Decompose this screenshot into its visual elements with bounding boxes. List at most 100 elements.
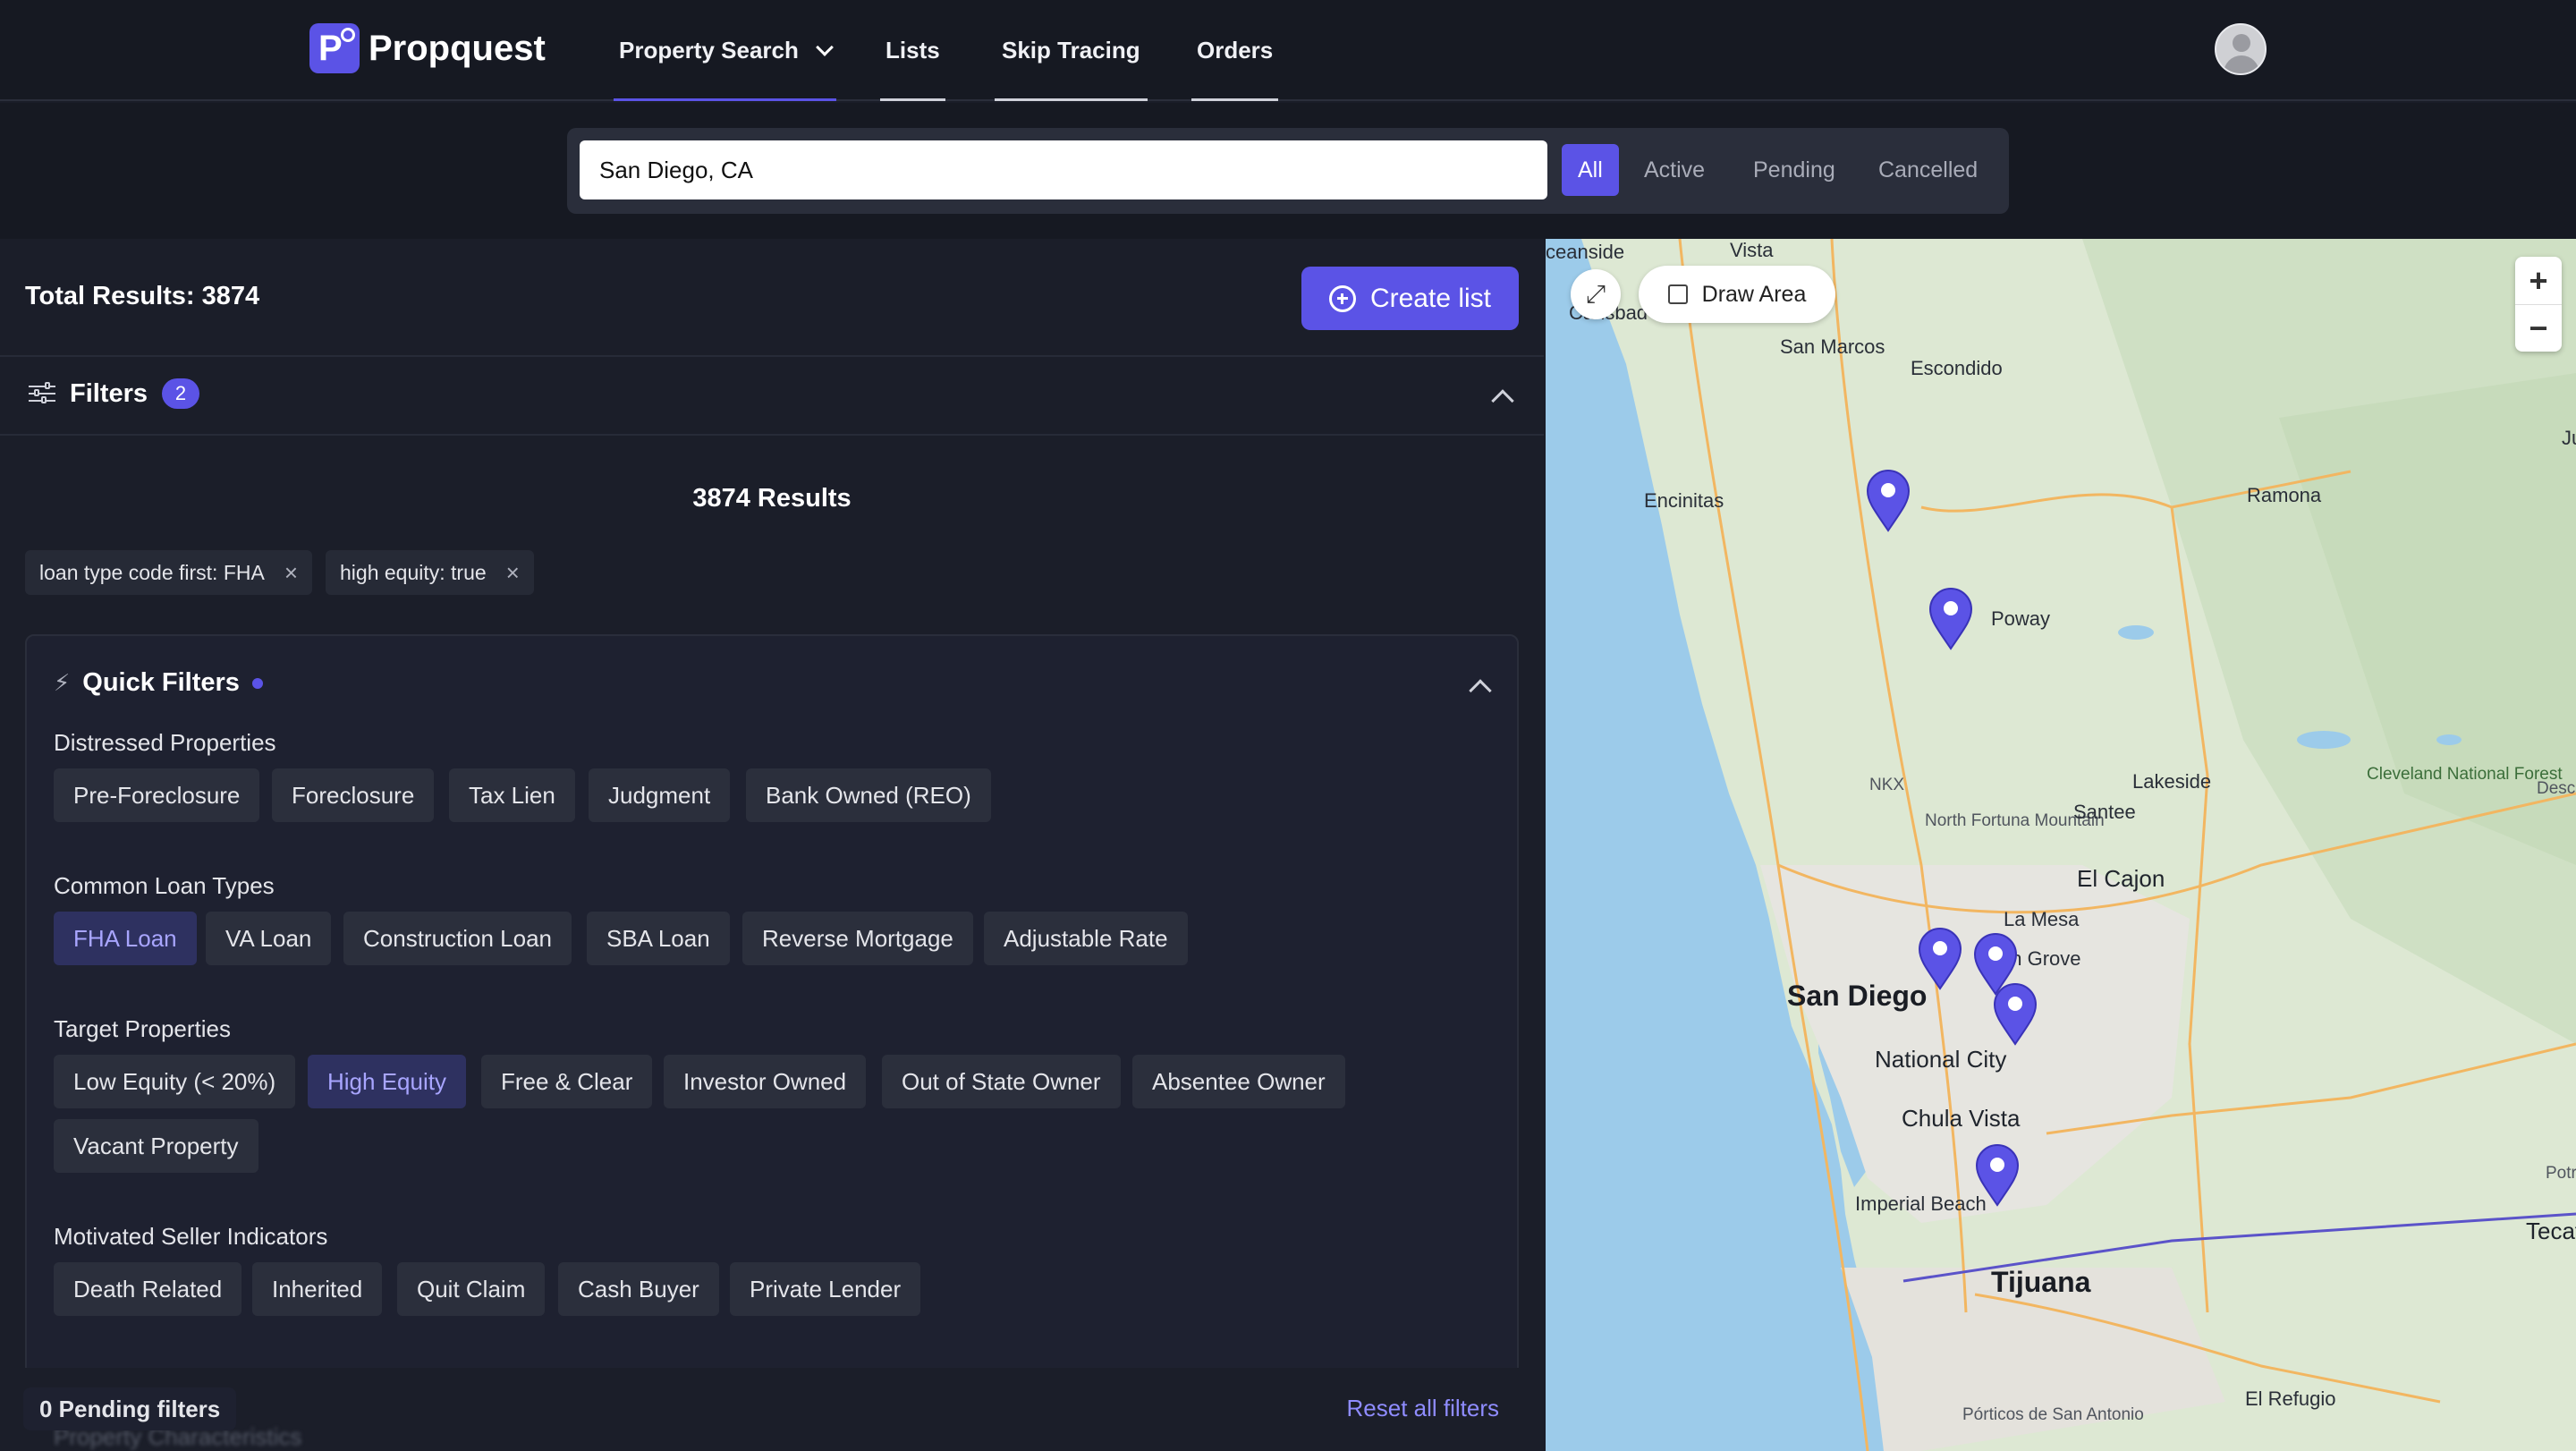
tag-death-related[interactable]: Death Related [54,1262,242,1316]
tag-out-of-state-owner[interactable]: Out of State Owner [882,1055,1121,1108]
nav-underline [880,98,945,101]
edit-icon [1667,284,1688,304]
plus-circle-icon [1328,284,1356,312]
results-count: 3874 Results [692,484,852,513]
tag-private-lender[interactable]: Private Lender [730,1262,921,1316]
chip-label: loan type code first: FHA [39,560,265,584]
tag-pre-foreclosure[interactable]: Pre-Foreclosure [54,768,260,822]
location-search-input[interactable] [580,140,1547,199]
tag-high-equity[interactable]: High Equity [308,1055,466,1108]
active-filter-chip: loan type code first: FHA × [25,550,313,595]
nav-skip-tracing[interactable]: Skip Tracing [995,0,1148,101]
tag-low-equity[interactable]: Low Equity (< 20%) [54,1055,296,1108]
tag-bank-owned[interactable]: Bank Owned (REO) [746,768,991,822]
section-label-loan-types: Common Loan Types [54,872,275,899]
nav-skip-tracing-label: Skip Tracing [1002,37,1140,64]
property-pin-icon[interactable] [1918,928,1962,990]
sliders-icon [29,382,55,405]
lightning-icon: ⚡︎ [54,669,71,696]
status-filter-pending[interactable]: Pending [1737,144,1852,196]
tag-fha-loan[interactable]: FHA Loan [54,912,197,965]
tag-vacant-property[interactable]: Vacant Property [54,1119,258,1173]
tag-reverse-mortgage[interactable]: Reverse Mortgage [742,912,973,965]
tag-free-clear[interactable]: Free & Clear [481,1055,653,1108]
nav-orders[interactable]: Orders [1191,0,1279,101]
map-label: Santee [2073,801,2136,823]
active-filter-chip: high equity: true × [326,550,534,595]
expand-icon: ⤢ [1585,279,1606,308]
map-label: Potr [2546,1164,2576,1183]
tag-inherited[interactable]: Inherited [252,1262,383,1316]
nav-underline [995,98,1148,101]
quick-filters-panel: ⚡︎ Quick Filters Distressed Properties P… [25,634,1519,1421]
map-label: Ramona [2247,484,2322,506]
tag-judgment[interactable]: Judgment [589,768,731,822]
map-label: Cleveland National Forest [2367,765,2563,784]
map-label: Ju [2562,427,2576,449]
status-filter-all[interactable]: All [1562,144,1619,196]
status-dot [251,677,263,689]
tag-absentee-owner[interactable]: Absentee Owner [1132,1055,1345,1108]
property-pin-icon[interactable] [1975,1144,2020,1207]
map-label: ceanside [1546,241,1625,263]
reset-filters-link[interactable]: Reset all filters [1347,1395,1500,1422]
draw-area-label: Draw Area [1701,281,1807,307]
quick-filters-title: Quick Filters [82,668,240,697]
user-avatar[interactable] [2215,23,2267,75]
map-label: Poway [1991,607,2051,630]
status-filter-active[interactable]: Active [1628,144,1721,196]
tag-sba-loan[interactable]: SBA Loan [587,912,730,965]
user-body-icon [2224,55,2259,73]
status-filter-cancelled[interactable]: Cancelled [1862,144,1994,196]
map-label: Lakeside [2132,770,2212,793]
collapse-filters-icon[interactable] [1491,389,1514,412]
zoom-in-button[interactable]: + [2515,257,2562,304]
filters-header[interactable]: Filters 2 [29,378,200,409]
property-pin-icon[interactable] [1928,588,1973,650]
tag-construction-loan[interactable]: Construction Loan [343,912,572,965]
map-label: El Refugio [2245,1387,2336,1410]
map-label: Encinitas [1644,489,1724,512]
logo-mark-icon: P [309,23,360,73]
draw-area-button[interactable]: Draw Area [1639,266,1835,323]
property-pin-icon[interactable] [1993,983,2038,1046]
tag-investor-owned[interactable]: Investor Owned [664,1055,867,1108]
map-label: Pórticos de San Antonio [1962,1405,2144,1424]
quick-filters-header[interactable]: ⚡︎ Quick Filters [54,668,263,698]
tag-tax-lien[interactable]: Tax Lien [449,768,575,822]
close-icon[interactable]: × [506,559,520,587]
map-label: National City [1875,1046,2007,1073]
tag-adjustable-rate[interactable]: Adjustable Rate [984,912,1188,965]
total-results: Total Results: 3874 [25,282,260,310]
fullscreen-button[interactable]: ⤢ [1571,269,1621,319]
results-panel: Total Results: 3874 Create list Filters … [0,239,1544,1451]
map-label: Tecat [2526,1218,2576,1244]
nav-property-search[interactable]: Property Search [614,0,836,101]
tag-va-loan[interactable]: VA Loan [206,912,332,965]
top-navigation-bar: P Propquest Property Search Lists Skip T… [0,0,2576,101]
section-label-motivated: Motivated Seller Indicators [54,1223,328,1250]
map-view[interactable]: ceanside Vista Carlsbad San Marcos Escon… [1546,239,2576,1451]
zoom-out-button[interactable]: − [2515,304,2562,352]
section-label-distressed: Distressed Properties [54,729,276,756]
pending-filters-label: 0 Pending filters [23,1387,237,1430]
filters-footer: Property Characteristics 0 Pending filte… [0,1368,1544,1451]
close-icon[interactable]: × [284,559,298,587]
map-label: Chula Vista [1902,1105,2021,1132]
nav-underline [1191,98,1279,101]
search-bar: All Active Pending Cancelled [567,128,2009,214]
map-label: Imperial Beach [1855,1192,1987,1215]
property-pin-icon[interactable] [1866,470,1911,532]
filters-title: Filters [70,378,148,408]
app-logo[interactable]: P Propquest [309,23,546,73]
chip-label: high equity: true [340,560,487,584]
collapse-quick-filters-icon[interactable] [1469,679,1492,702]
map-label: NKX [1869,776,1905,794]
tag-foreclosure[interactable]: Foreclosure [272,768,435,822]
map-label: Vista [1730,239,1774,261]
tag-quit-claim[interactable]: Quit Claim [397,1262,546,1316]
nav-lists[interactable]: Lists [880,0,945,101]
create-list-button[interactable]: Create list [1301,267,1519,330]
tag-cash-buyer[interactable]: Cash Buyer [558,1262,719,1316]
user-head-icon [2233,34,2250,52]
